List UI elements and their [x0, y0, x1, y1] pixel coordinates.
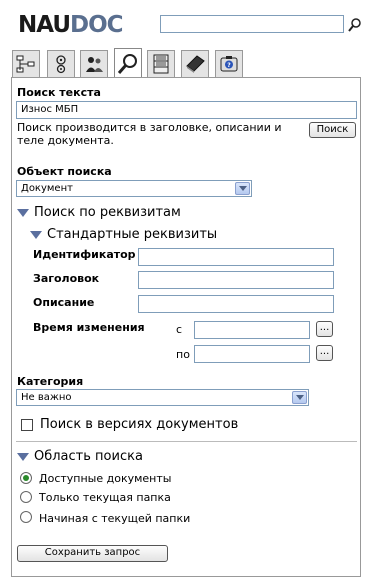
search-object-value: Документ: [21, 183, 73, 194]
title-input[interactable]: [138, 271, 334, 289]
identifier-label: Идентификатор: [33, 248, 136, 261]
standard-attrs-toggle[interactable]: Стандартные реквизиты: [47, 227, 217, 242]
chevron-down-icon: [235, 182, 250, 195]
divider: [16, 441, 357, 442]
book-icon: [186, 55, 205, 73]
category-select[interactable]: Не важно: [16, 389, 309, 406]
modified-time-label: Время изменения: [33, 321, 145, 334]
tab-info[interactable]: ?: [215, 50, 243, 77]
logo-text-nau: NAU: [18, 12, 71, 38]
triangle-down-icon[interactable]: [17, 453, 29, 461]
search-icon[interactable]: [347, 16, 363, 34]
category-label: Категория: [17, 375, 84, 388]
category-value: Не важно: [21, 392, 72, 403]
date-to-input[interactable]: [194, 345, 310, 363]
search-button[interactable]: Поиск: [309, 122, 356, 138]
text-search-title: Поиск текста: [17, 86, 101, 99]
attrs-section-toggle[interactable]: Поиск по реквизитам: [34, 205, 181, 220]
scope-radio-available[interactable]: [20, 472, 32, 484]
logo-text-doc: DOC: [70, 12, 124, 38]
tab-archive[interactable]: [147, 50, 175, 77]
scope-radio-current-folder[interactable]: [20, 491, 32, 503]
save-query-button[interactable]: Сохранить запрос: [17, 545, 168, 562]
date-from-picker-button[interactable]: ...: [316, 321, 333, 337]
tab-workflow[interactable]: [47, 50, 75, 77]
text-search-hint: Поиск производится в заголовке, описании…: [17, 121, 282, 147]
date-from-label: с: [176, 323, 183, 336]
description-input[interactable]: [138, 295, 334, 313]
tab-search[interactable]: [114, 48, 142, 79]
title-label: Заголовок: [33, 272, 100, 285]
magnifier-icon: [117, 54, 137, 74]
scope-section-toggle[interactable]: Область поиска: [34, 449, 143, 464]
tab-users[interactable]: [80, 50, 108, 77]
triangle-down-icon[interactable]: [17, 209, 29, 217]
svg-text:?: ?: [227, 62, 231, 69]
tab-structure[interactable]: [12, 50, 40, 77]
date-from-input[interactable]: [194, 321, 310, 339]
top-search-input[interactable]: [160, 15, 344, 33]
gears-icon: [56, 55, 66, 74]
scope-option-available: Доступные документы: [39, 472, 172, 485]
naudoc-logo: NAUDOC: [18, 12, 124, 38]
description-label: Описание: [33, 296, 95, 309]
text-search-input[interactable]: Износ МБП: [16, 101, 357, 119]
scope-radio-from-current-folder[interactable]: [20, 511, 32, 523]
structure-icon: [16, 55, 35, 73]
tab-books[interactable]: [181, 50, 209, 77]
search-object-select[interactable]: Документ: [16, 180, 252, 197]
identifier-input[interactable]: [138, 248, 334, 266]
search-object-label: Объект поиска: [17, 165, 112, 178]
info-icon: ?: [220, 56, 238, 72]
scope-option-from-current-folder: Начиная с текущей папки: [39, 512, 191, 525]
cabinet-icon: [153, 54, 169, 74]
date-to-label: по: [176, 348, 190, 361]
versions-checkbox[interactable]: [21, 419, 33, 431]
date-to-picker-button[interactable]: ...: [316, 345, 333, 361]
chevron-down-icon: [292, 391, 307, 404]
users-icon: [86, 57, 103, 72]
versions-checkbox-label: Поиск в версиях документов: [40, 417, 239, 432]
triangle-down-icon[interactable]: [30, 231, 42, 239]
scope-option-current-folder: Только текущая папка: [39, 491, 171, 504]
